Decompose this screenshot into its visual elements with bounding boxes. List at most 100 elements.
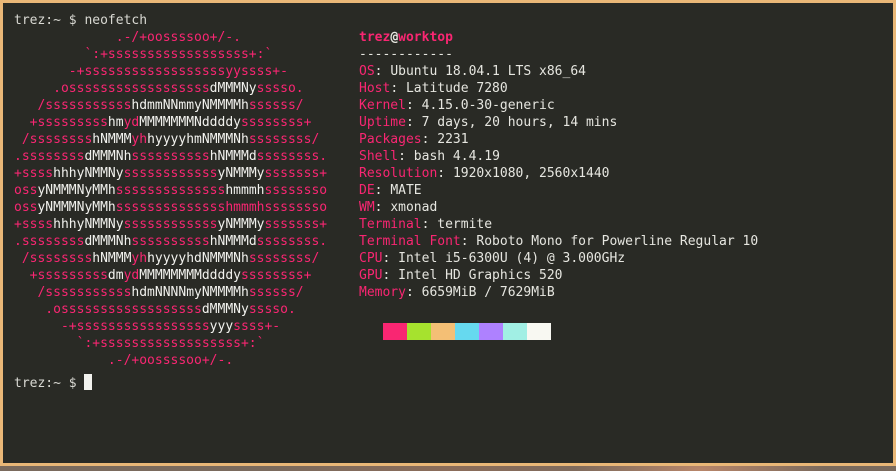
info-colon: : (421, 132, 438, 147)
logo-segment: .ssssssss (14, 234, 85, 249)
logo-row: `:+ssssssssssssssssss+:` (14, 46, 327, 63)
logo-segment: /ssssssss (14, 251, 93, 266)
logo-segment: hyyyyhmNMMMNh (147, 132, 249, 147)
info-item: WM: xmonad (359, 199, 758, 216)
palette-swatch (455, 323, 479, 340)
logo-segment: -+ssssssssssssssssssyyssss+- (14, 64, 288, 79)
info-item: GPU: Intel HD Graphics 520 (359, 267, 758, 284)
logo-segment: sssso. (248, 302, 296, 317)
palette-swatch (503, 323, 527, 340)
logo-segment: ssssssss/ (248, 132, 320, 147)
palette-swatch (527, 323, 551, 340)
palette-swatch (383, 323, 407, 340)
logo-segment: yh (131, 251, 148, 266)
logo-row: .ossssssssssssssssssdMMMNysssso. (14, 80, 327, 97)
info-value: 7 days, 20 hours, 14 mins (421, 115, 618, 130)
info-key: Kernel (359, 98, 406, 113)
info-colon: : (405, 98, 422, 113)
info-value: 6659MiB / 7629MiB (421, 285, 555, 300)
logo-row: /ssssssssssshdmmNNmmyNMMMMhssssss/ (14, 97, 327, 114)
logo-segment: yNMMMy (217, 217, 265, 232)
logo-segment: sssssss+ (264, 217, 328, 232)
logo-segment: -+sssssssssssssssss (14, 319, 210, 334)
info-colon: : (382, 251, 399, 266)
logo-segment: ssssssss+ (240, 115, 312, 130)
info-key: CPU (359, 251, 383, 266)
info-item: Packages: 2231 (359, 131, 758, 148)
logo-segment: hhhyNMMNy (53, 217, 124, 232)
logo-row: /ssssssssssshdmNNNNmyNMMMMhssssss/ (14, 284, 327, 301)
info-key: Packages (359, 132, 422, 147)
logo-segment: .-/+oossssoo+/-. (14, 353, 234, 368)
logo-segment: ssssss/ (248, 98, 304, 113)
logo-segment: ssssssss. (256, 234, 328, 249)
logo-segment: ssssssssss (131, 234, 210, 249)
info-value: bash 4.4.19 (413, 149, 500, 164)
logo-segment: `:+ssssssssssssssssss+:` (14, 336, 265, 351)
info-title-user: trez (359, 30, 391, 45)
color-palette (383, 323, 551, 340)
logo-segment: ssssssssssss (123, 217, 218, 232)
prompt-user-dir: trez:~ (14, 13, 61, 28)
info-separator: ------------ (359, 47, 453, 62)
active-prompt-line[interactable]: trez:~ $ (14, 374, 93, 392)
info-item: Kernel: 4.15.0-30-generic (359, 97, 758, 114)
command-text: neofetch (84, 13, 148, 28)
info-colon: : (398, 149, 414, 164)
palette-swatch (431, 323, 455, 340)
info-value: Intel i5-6300U (4) @ 3.000GHz (398, 251, 626, 266)
logo-segment: .ossssssssssssssssss (14, 81, 210, 96)
logo-segment: hNMMMd (209, 149, 257, 164)
info-key: WM (359, 200, 375, 215)
logo-segment: MMMMMMMMddddy (139, 268, 241, 283)
bottom-prompt-symbol: $ (68, 376, 77, 391)
logo-segment: hdmNNNNmyNMMMMh (131, 285, 249, 300)
logo-segment: /sssssssssss (14, 98, 132, 113)
logo-row: +ssssssssshmydMMMMMMMNddddyssssssss+ (14, 114, 327, 131)
logo-segment: /ssssssss (14, 132, 93, 147)
bottom-prompt-user-dir: trez:~ (14, 376, 61, 391)
logo-row: ossyNMMMNyMMhsssssssssssssshmmmhssssssso (14, 199, 327, 216)
logo-segment: +ssss (14, 217, 54, 232)
logo-segment: sssso. (256, 81, 304, 96)
info-value: xmonad (390, 200, 438, 215)
terminal-output[interactable]: trez:~ $ neofetch .-/+oossssoo+/-. `:+ss… (14, 12, 884, 452)
info-colon: : (374, 64, 391, 79)
logo-segment: dMMMNh (84, 234, 132, 249)
logo-row: .-/+oossssoo+/-. (14, 29, 327, 46)
logo-row: -+sssssssssssssssssyyyssss+- (14, 318, 327, 335)
logo-segment: oss (14, 183, 38, 198)
logo-segment: ssssssss. (256, 149, 328, 164)
info-value: Intel HD Graphics 520 (398, 268, 563, 283)
info-item: Host: Latitude 7280 (359, 80, 758, 97)
info-colon: : (405, 115, 422, 130)
logo-segment: hyyyyhdNMMMNh (147, 251, 249, 266)
info-value: Ubuntu 18.04.1 LTS x86_64 (390, 64, 586, 79)
info-item: Memory: 6659MiB / 7629MiB (359, 284, 758, 301)
logo-segment: ssssssss/ (248, 251, 320, 266)
logo-segment: .ssssssss (14, 149, 85, 164)
logo-segment: MMMMMMMNddddy (139, 115, 241, 130)
logo-segment: yd (123, 268, 140, 283)
terminal-window[interactable]: trez:~ $ neofetch .-/+oossssoo+/-. `:+ss… (0, 0, 896, 466)
logo-segment: yNMMMNyMMh (37, 183, 116, 198)
logo-row: .-/+oossssoo+/-. (14, 352, 327, 369)
info-value: 2231 (437, 132, 469, 147)
palette-swatch (479, 323, 503, 340)
info-key: GPU (359, 268, 383, 283)
logo-row: .ossssssssssssssssssdMMMNysssso. (14, 301, 327, 318)
logo-segment: ssssssssssss (123, 166, 218, 181)
logo-row: ossyNMMMNyMMhsssssssssssssshmmmhssssssso (14, 182, 327, 199)
info-colon: : (374, 200, 391, 215)
logo-row: /sssssssshNMMMyhhyyyyhmNMMMNhssssssss/ (14, 131, 327, 148)
info-key: Shell (359, 149, 399, 164)
logo-segment: `:+ssssssssssssssssss+:` (14, 47, 273, 62)
info-key: OS (359, 64, 375, 79)
logo-row: .ssssssssdMMMNhsssssssssshNMMMdssssssss. (14, 233, 327, 250)
info-item: CPU: Intel i5-6300U (4) @ 3.000GHz (359, 250, 758, 267)
info-title-at: @ (390, 30, 399, 45)
system-info: trez@worktop ------------ OS: Ubuntu 18.… (359, 29, 758, 301)
logo-segment: ssssssss+ (240, 268, 312, 283)
logo-segment: dMMMNh (84, 149, 132, 164)
text-cursor[interactable] (84, 374, 93, 390)
